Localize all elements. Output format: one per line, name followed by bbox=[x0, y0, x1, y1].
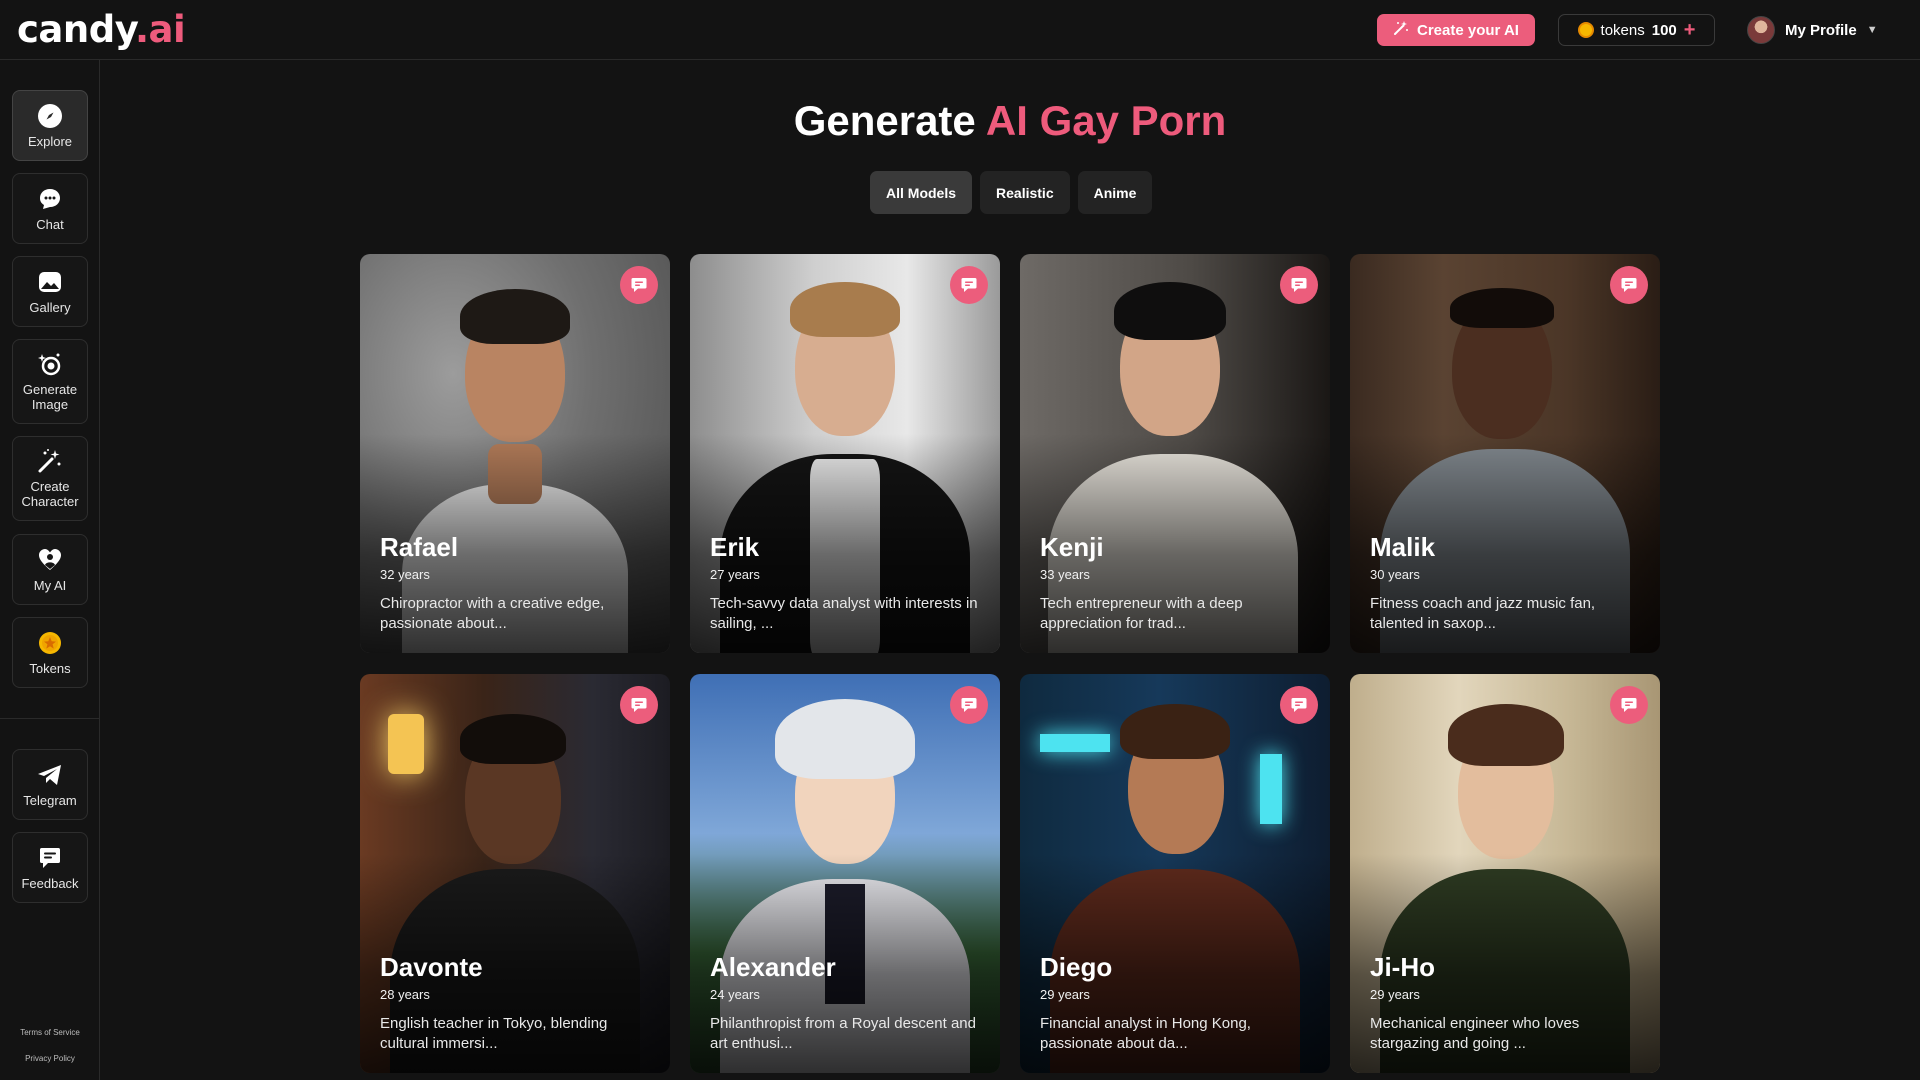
character-description: Fitness coach and jazz music fan, talent… bbox=[1370, 595, 1596, 632]
character-name: Malik bbox=[1370, 532, 1436, 562]
chat-icon[interactable] bbox=[1610, 686, 1648, 724]
coin-icon bbox=[1577, 22, 1594, 38]
character-name: Alexander bbox=[710, 952, 836, 982]
compass-icon bbox=[37, 103, 63, 129]
character-description: Tech entrepreneur with a deep appreciati… bbox=[1040, 595, 1243, 632]
chat-bubble-icon bbox=[37, 186, 63, 212]
sidebar-item-gallery[interactable]: Gallery bbox=[12, 256, 88, 327]
profile-label: My Profile bbox=[1785, 21, 1857, 39]
character-age: 29 years bbox=[1370, 987, 1420, 1002]
logo-main: candy bbox=[17, 8, 135, 51]
tab-all-models[interactable]: All Models bbox=[870, 171, 973, 214]
sidebar-item-generate-image[interactable]: Generate Image bbox=[12, 339, 88, 424]
character-card-erik[interactable]: Erik 27 years Tech-savvy data analyst wi… bbox=[690, 254, 1000, 653]
chat-icon[interactable] bbox=[1610, 266, 1648, 304]
character-age: 27 years bbox=[710, 567, 760, 582]
avatar bbox=[1747, 16, 1775, 44]
telegram-icon bbox=[37, 762, 63, 788]
character-name: Davonte bbox=[380, 952, 483, 982]
model-filter-tabs: All Models Realistic Anime bbox=[870, 171, 1153, 214]
sidebar-item-telegram[interactable]: Telegram bbox=[12, 749, 88, 820]
create-your-ai-label: Create your AI bbox=[1417, 21, 1519, 39]
tokens-label: tokens bbox=[1600, 21, 1645, 39]
tokens-count: 100 bbox=[1651, 21, 1677, 39]
chat-icon[interactable] bbox=[620, 686, 658, 724]
top-header: candy.ai Create your AI tokens 100 + My … bbox=[0, 0, 1920, 60]
chat-icon[interactable] bbox=[620, 266, 658, 304]
sidebar: Explore Chat Gallery Generate Image Crea… bbox=[0, 60, 100, 1080]
character-card-kenji[interactable]: Kenji 33 years Tech entrepreneur with a … bbox=[1020, 254, 1330, 653]
magic-wand-icon bbox=[37, 448, 63, 474]
character-age: 24 years bbox=[710, 987, 760, 1002]
privacy-policy-link[interactable]: Privacy Policy bbox=[0, 1054, 100, 1063]
character-age: 29 years bbox=[1040, 987, 1090, 1002]
sidebar-item-label: Generate Image bbox=[22, 382, 78, 412]
sidebar-item-label: My AI bbox=[33, 577, 67, 593]
character-age: 30 years bbox=[1370, 567, 1420, 582]
character-card-davonte[interactable]: Davonte 28 years English teacher in Toky… bbox=[360, 674, 670, 1073]
sidebar-item-create-character[interactable]: Create Character bbox=[12, 436, 88, 521]
page-title-main: Generate bbox=[793, 97, 976, 144]
coin-icon bbox=[37, 630, 63, 656]
create-your-ai-button[interactable]: Create your AI bbox=[1377, 14, 1535, 46]
character-name: Erik bbox=[710, 532, 760, 562]
logo-accent: .ai bbox=[134, 8, 186, 51]
character-card-alexander[interactable]: Alexander 24 years Philanthropist from a… bbox=[690, 674, 1000, 1073]
character-description: Financial analyst in Hong Kong, passiona… bbox=[1040, 1015, 1251, 1052]
sidebar-item-label: Explore bbox=[27, 133, 73, 149]
feedback-icon bbox=[37, 845, 63, 871]
magic-wand-icon bbox=[1393, 20, 1409, 40]
camera-sparkle-icon bbox=[37, 351, 63, 377]
page-title-accent: AI Gay Porn bbox=[985, 97, 1227, 144]
sidebar-divider bbox=[0, 718, 100, 719]
sidebar-item-label: Tokens bbox=[29, 660, 71, 676]
chat-icon[interactable] bbox=[950, 266, 988, 304]
sidebar-item-label: Feedback bbox=[21, 875, 79, 891]
character-name: Diego bbox=[1040, 952, 1113, 982]
character-card-diego[interactable]: Diego 29 years Financial analyst in Hong… bbox=[1020, 674, 1330, 1073]
character-name: Kenji bbox=[1040, 532, 1104, 562]
character-card-rafael[interactable]: Rafael 32 years Chiropractor with a crea… bbox=[360, 254, 670, 653]
chat-icon[interactable] bbox=[1280, 266, 1318, 304]
sidebar-item-feedback[interactable]: Feedback bbox=[12, 832, 88, 903]
logo[interactable]: candy.ai bbox=[17, 8, 186, 51]
page-title: Generate AI Gay Porn bbox=[100, 95, 1920, 147]
character-age: 32 years bbox=[380, 567, 430, 582]
character-age: 28 years bbox=[380, 987, 430, 1002]
chat-icon[interactable] bbox=[950, 686, 988, 724]
sidebar-item-my-ai[interactable]: My AI bbox=[12, 534, 88, 605]
plus-icon: + bbox=[1683, 19, 1696, 41]
character-card-ji-ho[interactable]: Ji-Ho 29 years Mechanical engineer who l… bbox=[1350, 674, 1660, 1073]
sidebar-item-chat[interactable]: Chat bbox=[12, 173, 88, 244]
sidebar-item-tokens[interactable]: Tokens bbox=[12, 617, 88, 688]
character-description: English teacher in Tokyo, blending cultu… bbox=[380, 1015, 608, 1052]
tab-realistic[interactable]: Realistic bbox=[980, 171, 1070, 214]
sidebar-item-label: Create Character bbox=[21, 479, 79, 509]
character-description: Mechanical engineer who loves stargazing… bbox=[1370, 1015, 1580, 1052]
sidebar-item-explore[interactable]: Explore bbox=[12, 90, 88, 161]
character-name: Rafael bbox=[380, 532, 459, 562]
profile-menu[interactable]: My Profile ▼ bbox=[1747, 15, 1878, 45]
tokens-button[interactable]: tokens 100 + bbox=[1558, 14, 1715, 46]
terms-of-service-link[interactable]: Terms of Service bbox=[0, 1028, 100, 1037]
tab-anime[interactable]: Anime bbox=[1077, 171, 1153, 214]
chat-icon[interactable] bbox=[1280, 686, 1318, 724]
sidebar-item-label: Chat bbox=[36, 216, 64, 232]
character-description: Chiropractor with a creative edge, passi… bbox=[380, 595, 605, 632]
character-age: 33 years bbox=[1040, 567, 1090, 582]
character-card-malik[interactable]: Malik 30 years Fitness coach and jazz mu… bbox=[1350, 254, 1660, 653]
sidebar-item-label: Telegram bbox=[23, 792, 77, 808]
sidebar-item-label: Gallery bbox=[29, 299, 71, 315]
image-icon bbox=[37, 269, 63, 295]
heart-icon bbox=[37, 547, 63, 573]
character-name: Ji-Ho bbox=[1370, 952, 1435, 982]
chevron-down-icon: ▼ bbox=[1866, 24, 1878, 36]
character-description: Tech-savvy data analyst with interests i… bbox=[710, 595, 978, 632]
character-description: Philanthropist from a Royal descent and … bbox=[710, 1015, 976, 1052]
